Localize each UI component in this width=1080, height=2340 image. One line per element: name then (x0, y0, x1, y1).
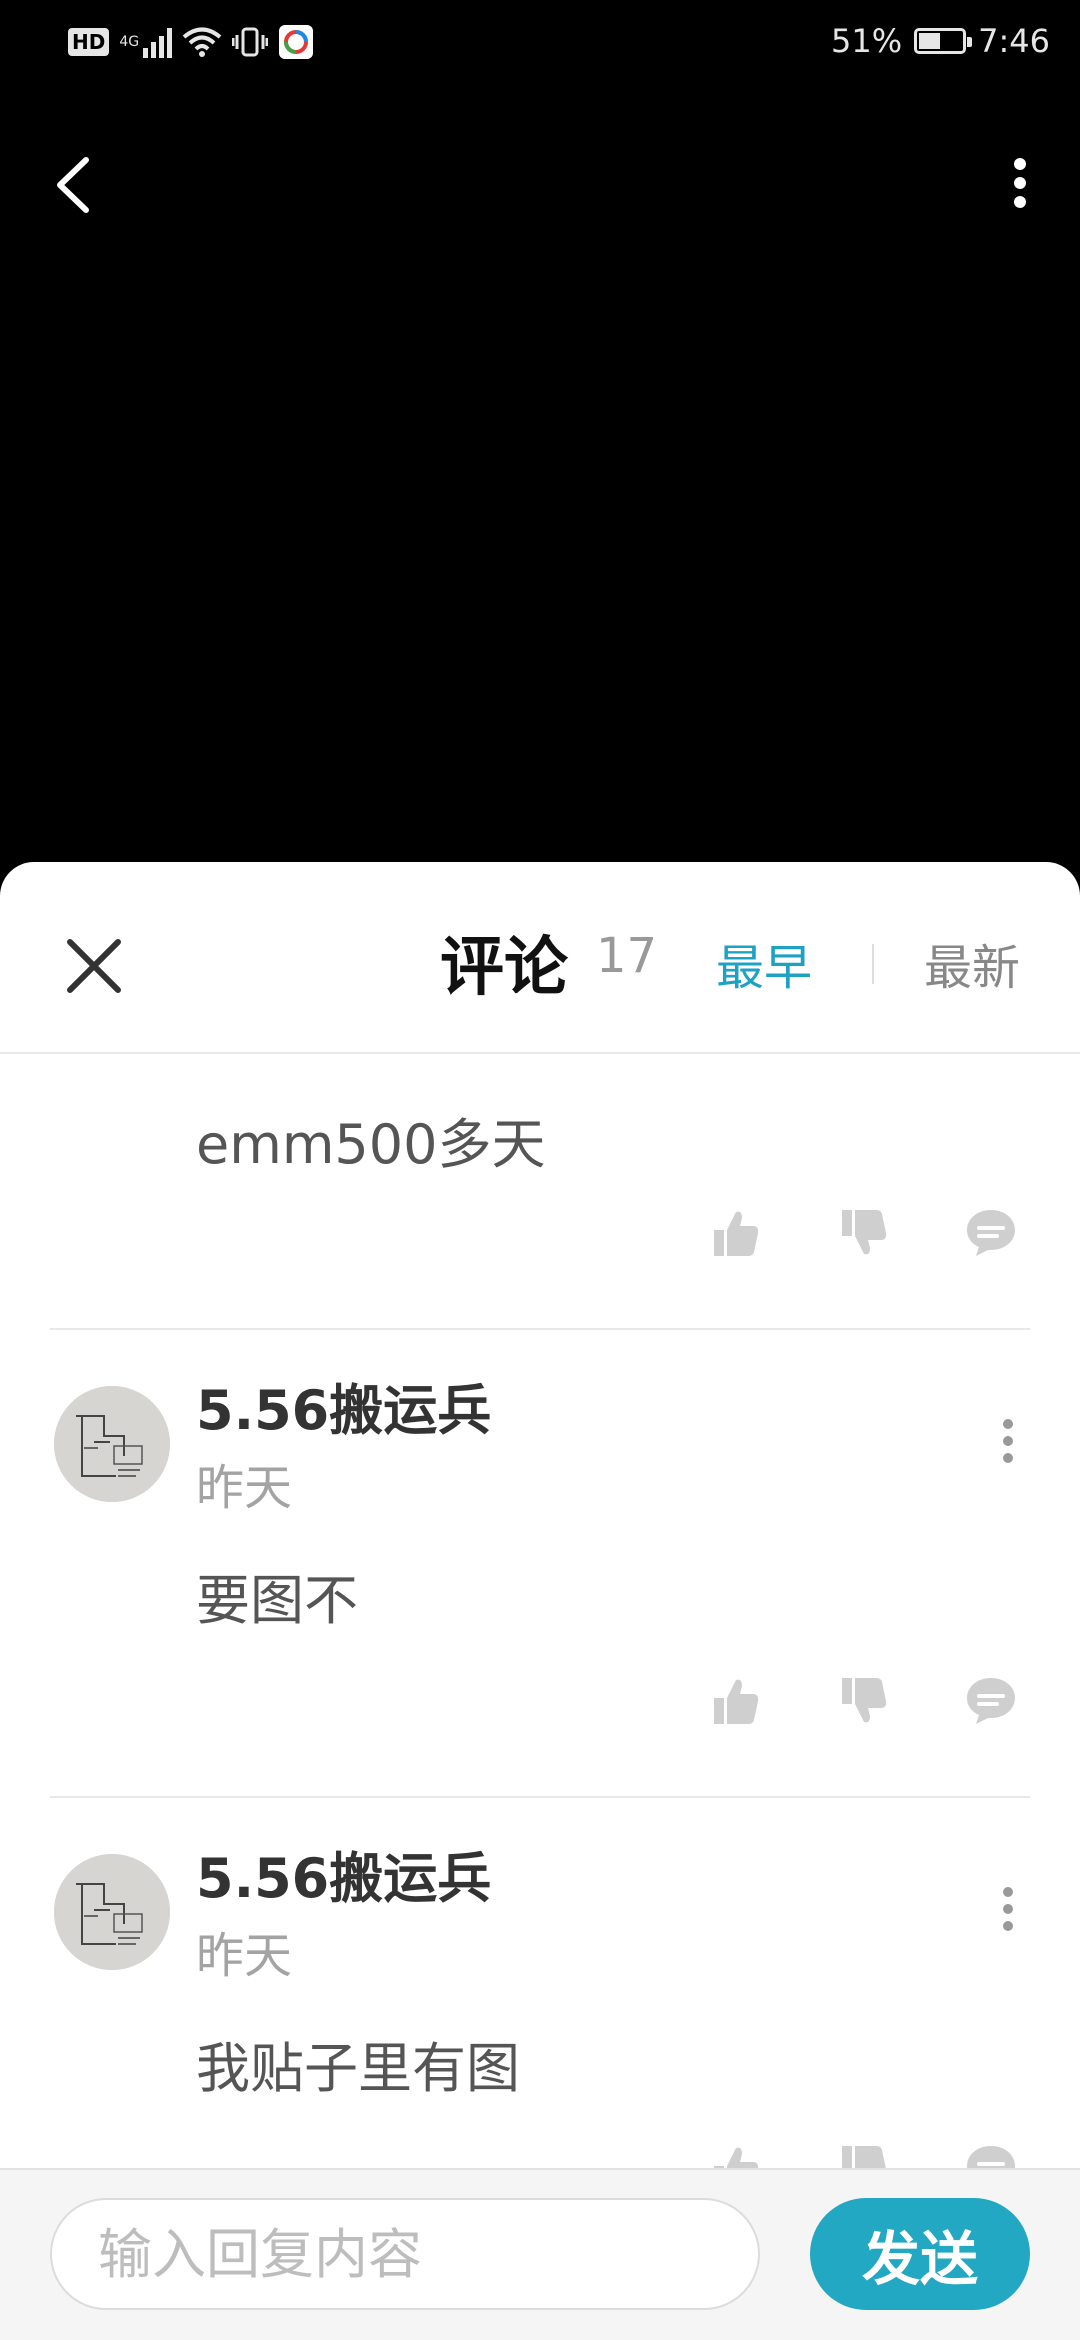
comment-username[interactable]: 5.56搬运兵 (196, 1366, 491, 1445)
comments-count: 17 (596, 928, 658, 984)
comment-more-button[interactable] (990, 1874, 1026, 1944)
close-button[interactable] (58, 930, 130, 1002)
comments-header: 评论 17 最早 最新 (0, 862, 1080, 1054)
dislike-button[interactable] (828, 2134, 898, 2168)
dislike-button[interactable] (828, 1666, 898, 1736)
comment-username[interactable]: 5.56搬运兵 (196, 1834, 491, 1913)
comment-text: 我贴子里有图 (196, 2037, 520, 2100)
clock: 7:46 (978, 22, 1050, 60)
divider (50, 1328, 1030, 1330)
more-vertical-icon (1014, 158, 1026, 208)
thumbs-up-icon (714, 2147, 759, 2168)
reply-bar: 发送 (0, 2168, 1080, 2340)
comment-actions (700, 1198, 1026, 1268)
comment-text: emm500多天 (196, 1113, 546, 1176)
comment-more-button[interactable] (990, 1406, 1026, 1476)
sort-earliest-tab[interactable]: 最早 (716, 928, 812, 998)
more-vertical-icon (1003, 1887, 1013, 1931)
reply-input[interactable] (50, 2198, 760, 2310)
comment-bubble-icon (967, 2146, 1015, 2168)
comments-list[interactable]: emm500多天 5.56搬运兵 昨天 要图不 5.56搬运兵 昨天 我贴子里有… (0, 1056, 1080, 2168)
thumbs-down-icon (842, 1210, 887, 1255)
wifi-icon (182, 27, 222, 57)
thumbs-down-icon (842, 1678, 887, 1723)
avatar[interactable] (54, 1386, 170, 1502)
avatar-image (54, 1386, 170, 1502)
reply-button[interactable] (956, 1198, 1026, 1268)
comment-bubble-icon (967, 1678, 1015, 1724)
comment-bubble-icon (967, 1210, 1015, 1256)
hd-icon: HD (68, 28, 110, 56)
divider (50, 1796, 1030, 1798)
comment-date: 昨天 (196, 1460, 293, 1516)
more-options-button[interactable] (1000, 150, 1040, 220)
reply-button[interactable] (956, 2134, 1026, 2168)
battery-icon (914, 28, 973, 54)
avatar[interactable] (54, 1854, 170, 1970)
comments-title: 评论 (440, 931, 568, 1005)
app-notification-icon (279, 25, 314, 59)
status-bar: HD 4G 51% 7:46 (0, 0, 1080, 90)
comment-actions (700, 1666, 1026, 1736)
thumbs-up-icon (714, 1211, 759, 1256)
comment-text: 要图不 (196, 1569, 358, 1632)
thumbs-up-icon (714, 1679, 759, 1724)
chevron-left-icon (57, 157, 89, 213)
battery-percent: 51% (831, 22, 903, 60)
signal-icon (143, 26, 173, 58)
sort-divider (872, 944, 874, 984)
thumbs-down-icon (842, 2146, 886, 2168)
avatar-image (54, 1854, 170, 1970)
more-vertical-icon (1003, 1419, 1013, 1463)
like-button[interactable] (700, 1198, 770, 1268)
vibrate-icon (232, 27, 269, 57)
send-button[interactable]: 发送 (810, 2198, 1030, 2310)
like-button[interactable] (700, 1666, 770, 1736)
like-button[interactable] (700, 2134, 770, 2168)
comment-date: 昨天 (196, 1928, 293, 1984)
close-icon (67, 939, 121, 993)
sort-newest-tab[interactable]: 最新 (924, 928, 1020, 998)
dislike-button[interactable] (828, 1198, 898, 1268)
network-type: 4G (119, 34, 140, 50)
back-button[interactable] (44, 150, 104, 220)
comment-actions (700, 2134, 1026, 2168)
reply-button[interactable] (956, 1666, 1026, 1736)
comments-sheet: 评论 17 最早 最新 emm500多天 5.56搬运兵 昨天 要图不 5.56… (0, 862, 1080, 2340)
